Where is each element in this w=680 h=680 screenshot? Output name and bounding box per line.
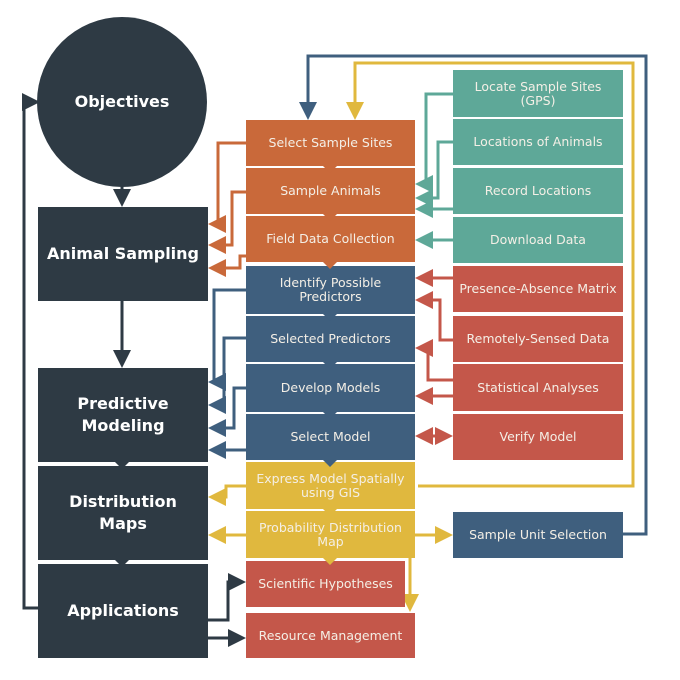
input-presence-absence: Presence-Absence Matrix xyxy=(453,266,623,312)
step-express-model: Express Model Spatially using GIS xyxy=(246,462,415,509)
stage-animal-sampling: Animal Sampling xyxy=(38,207,208,301)
input-locations-of-animals: Locations of Animals xyxy=(453,119,623,165)
diagram: Objectives Animal Sampling Predictive Mo… xyxy=(0,0,680,680)
connector-applications-objectives xyxy=(22,93,40,610)
step-develop-models: Develop Models xyxy=(246,364,415,412)
step-sample-animals: Sample Animals xyxy=(246,168,415,214)
step-select-sample-sites: Select Sample Sites xyxy=(246,120,415,166)
step-field-data-collection: Field Data Collection xyxy=(246,216,415,262)
input-statistical-analyses: Statistical Analyses xyxy=(453,364,623,411)
input-verify-model: Verify Model xyxy=(453,414,623,460)
input-sample-unit-selection: Sample Unit Selection xyxy=(453,512,623,558)
input-locate-sites: Locate Sample Sites (GPS) xyxy=(453,70,623,117)
stage-objectives: Objectives xyxy=(37,17,207,187)
step-resource-management: Resource Management xyxy=(246,613,415,658)
input-record-locations: Record Locations xyxy=(453,168,623,214)
stage-applications: Applications xyxy=(38,564,208,658)
step-scientific-hypotheses: Scientific Hypotheses xyxy=(246,561,405,607)
stage-distribution-maps: Distribution Maps xyxy=(38,466,208,560)
step-selected-predictors: Selected Predictors xyxy=(246,316,415,362)
input-download-data: Download Data xyxy=(453,217,623,263)
stage-predictive-modeling: Predictive Modeling xyxy=(38,368,208,462)
input-remotely-sensed: Remotely-Sensed Data xyxy=(453,316,623,362)
step-select-model: Select Model xyxy=(246,414,415,460)
connector-app-hypotheses xyxy=(208,573,246,622)
step-probability-map: Probability Distribution Map xyxy=(246,511,415,558)
step-identify-predictors: Identify Possible Predictors xyxy=(246,266,415,314)
